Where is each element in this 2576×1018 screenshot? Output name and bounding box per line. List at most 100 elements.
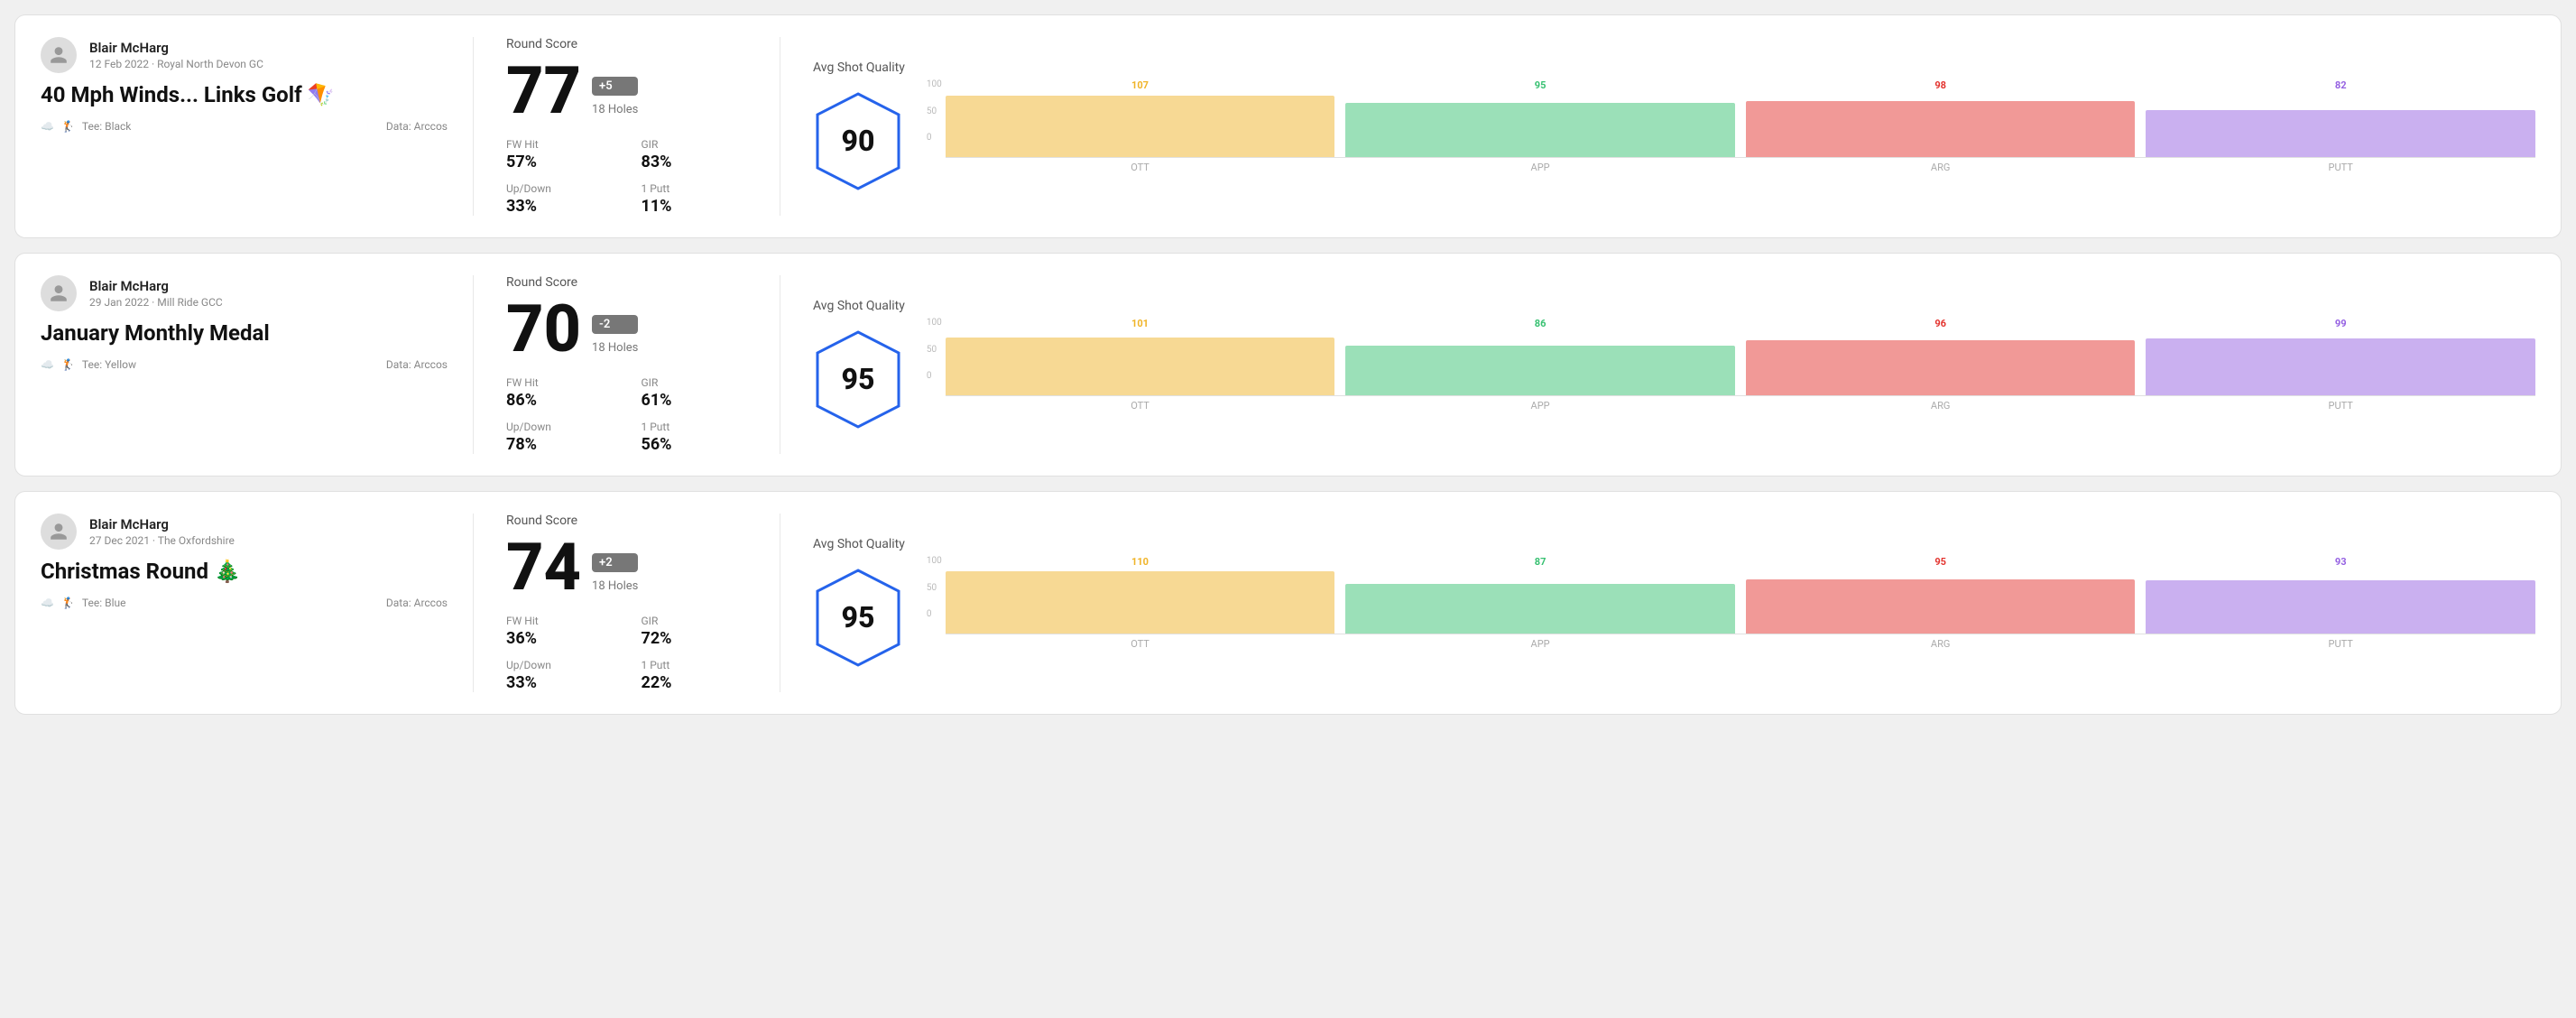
updown-label: Up/Down bbox=[506, 182, 613, 195]
axis-label: PUTT bbox=[2146, 400, 2535, 412]
tee-info: ☁️ 🏌 Tee: Yellow bbox=[41, 358, 136, 371]
tee-label: Tee: Black bbox=[82, 120, 131, 133]
avatar bbox=[41, 275, 77, 311]
hexagon: 95 bbox=[813, 566, 903, 670]
person-icon bbox=[49, 283, 69, 303]
data-source: Data: Arccos bbox=[386, 597, 448, 609]
bar-value-label: 107 bbox=[946, 79, 1335, 91]
fw-hit-label: FW Hit bbox=[506, 376, 613, 389]
updown-label: Up/Down bbox=[506, 421, 613, 433]
round-title: January Monthly Medal bbox=[41, 320, 448, 346]
gir-stat: GIR 72% bbox=[642, 615, 748, 648]
axis-label: OTT bbox=[946, 638, 1335, 650]
user-meta: 29 Jan 2022 · Mill Ride GCC bbox=[89, 296, 223, 309]
round-title: 40 Mph Winds... Links Golf 🪁 bbox=[41, 82, 448, 107]
oneputt-value: 56% bbox=[642, 435, 748, 454]
bag-icon: 🏌 bbox=[61, 358, 75, 371]
card-left: Blair McHarg 12 Feb 2022 · Royal North D… bbox=[41, 37, 474, 216]
hexagon: 95 bbox=[813, 328, 903, 431]
bar-column bbox=[2146, 95, 2535, 157]
bars-row bbox=[946, 95, 2535, 158]
axis-label: OTT bbox=[946, 162, 1335, 173]
stats-grid: FW Hit 86% GIR 61% Up/Down 78% 1 Putt 56… bbox=[506, 376, 747, 454]
gir-label: GIR bbox=[642, 615, 748, 627]
updown-stat: Up/Down 78% bbox=[506, 421, 613, 454]
updown-stat: Up/Down 33% bbox=[506, 182, 613, 216]
score-badge: +5 bbox=[592, 77, 638, 96]
hexagon-score: 95 bbox=[842, 600, 875, 634]
oneputt-value: 11% bbox=[642, 197, 748, 216]
bar-rect bbox=[1746, 101, 2136, 157]
card-quality: Avg Shot Quality 95 100 50 0 110879593 bbox=[780, 514, 2535, 692]
updown-label: Up/Down bbox=[506, 659, 613, 671]
user-row: Blair McHarg 27 Dec 2021 · The Oxfordshi… bbox=[41, 514, 448, 550]
bag-icon: 🏌 bbox=[61, 597, 75, 609]
bar-rect bbox=[946, 338, 1335, 395]
score-row: 77 +5 18 Holes bbox=[506, 59, 747, 124]
score-number: 70 bbox=[506, 297, 581, 362]
score-row: 70 -2 18 Holes bbox=[506, 297, 747, 362]
card-middle: Round Score 77 +5 18 Holes FW Hit 57% GI… bbox=[474, 37, 780, 216]
axis-label: APP bbox=[1345, 638, 1735, 650]
score-sub: -2 18 Holes bbox=[592, 315, 638, 355]
oneputt-label: 1 Putt bbox=[642, 421, 748, 433]
user-info: Blair McHarg 27 Dec 2021 · The Oxfordshi… bbox=[89, 516, 235, 547]
bars-area: 107959882 OTTAPPARGPUTT bbox=[946, 79, 2535, 173]
score-badge: +2 bbox=[592, 553, 638, 572]
bars-area: 110879593 OTTAPPARGPUTT bbox=[946, 556, 2535, 650]
hexagon-score: 95 bbox=[842, 362, 875, 396]
y-axis-labels: 100 50 0 bbox=[927, 556, 946, 637]
avatar bbox=[41, 514, 77, 550]
bar-column bbox=[1345, 95, 1735, 157]
bar-value-label: 99 bbox=[2146, 318, 2535, 329]
weather-icon: ☁️ bbox=[41, 358, 54, 371]
value-labels-row: 107959882 bbox=[946, 79, 2535, 91]
score-holes: 18 Holes bbox=[592, 579, 638, 593]
quality-section: Avg Shot Quality 95 bbox=[813, 537, 905, 670]
card-middle: Round Score 70 -2 18 Holes FW Hit 86% GI… bbox=[474, 275, 780, 454]
updown-value: 33% bbox=[506, 197, 613, 216]
bar-value-label: 110 bbox=[946, 556, 1335, 568]
axis-labels-row: OTTAPPARGPUTT bbox=[946, 400, 2535, 412]
bar-column bbox=[1345, 571, 1735, 634]
round-card: Blair McHarg 12 Feb 2022 · Royal North D… bbox=[14, 14, 2562, 238]
tee-row: ☁️ 🏌 Tee: Yellow Data: Arccos bbox=[41, 358, 448, 371]
bar-column bbox=[946, 95, 1335, 157]
person-icon bbox=[49, 45, 69, 65]
quality-section: Avg Shot Quality 90 bbox=[813, 60, 905, 193]
oneputt-stat: 1 Putt 22% bbox=[642, 659, 748, 692]
bar-rect bbox=[1746, 340, 2136, 395]
bar-column bbox=[1746, 95, 2136, 157]
updown-value: 33% bbox=[506, 673, 613, 692]
bar-value-label: 82 bbox=[2146, 79, 2535, 91]
user-row: Blair McHarg 12 Feb 2022 · Royal North D… bbox=[41, 37, 448, 73]
updown-value: 78% bbox=[506, 435, 613, 454]
score-sub: +2 18 Holes bbox=[592, 553, 638, 593]
hexagon: 90 bbox=[813, 89, 903, 193]
axis-labels-row: OTTAPPARGPUTT bbox=[946, 638, 2535, 650]
bars-row bbox=[946, 571, 2535, 634]
bar-value-label: 93 bbox=[2146, 556, 2535, 568]
fw-hit-value: 86% bbox=[506, 391, 613, 410]
card-middle: Round Score 74 +2 18 Holes FW Hit 36% GI… bbox=[474, 514, 780, 692]
oneputt-label: 1 Putt bbox=[642, 659, 748, 671]
bar-chart: 100 50 0 110879593 OTTAPPARGPUTT bbox=[927, 556, 2535, 650]
bar-rect bbox=[1345, 584, 1735, 634]
score-number: 74 bbox=[506, 535, 581, 600]
weather-icon: ☁️ bbox=[41, 120, 54, 133]
tee-label: Tee: Blue bbox=[82, 597, 126, 609]
gir-label: GIR bbox=[642, 138, 748, 151]
user-name: Blair McHarg bbox=[89, 516, 235, 532]
user-meta: 12 Feb 2022 · Royal North Devon GC bbox=[89, 58, 263, 70]
user-meta: 27 Dec 2021 · The Oxfordshire bbox=[89, 534, 235, 547]
bar-rect bbox=[2146, 110, 2535, 157]
bar-column bbox=[1345, 333, 1735, 395]
fw-hit-stat: FW Hit 86% bbox=[506, 376, 613, 410]
bar-chart: 100 50 0 107959882 OTTAPPARGPUTT bbox=[927, 79, 2535, 173]
score-holes: 18 Holes bbox=[592, 341, 638, 355]
updown-stat: Up/Down 33% bbox=[506, 659, 613, 692]
bar-value-label: 96 bbox=[1746, 318, 2136, 329]
gir-label: GIR bbox=[642, 376, 748, 389]
round-card: Blair McHarg 29 Jan 2022 · Mill Ride GCC… bbox=[14, 253, 2562, 477]
bar-rect bbox=[946, 96, 1335, 157]
